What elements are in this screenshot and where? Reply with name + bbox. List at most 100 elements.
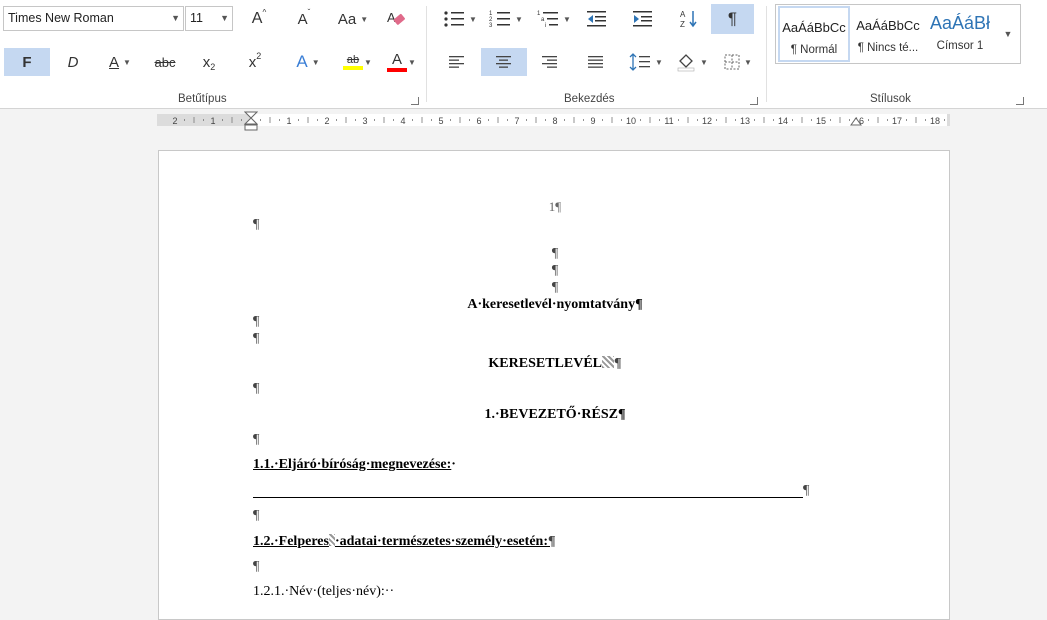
paragraph-mark: ¶ (253, 559, 260, 574)
decrease-indent-button[interactable] (584, 5, 610, 33)
paragraph-dialog-launcher[interactable] (750, 97, 758, 105)
ruler-tick-label: 1 (210, 116, 215, 126)
document-heading: KERESETLEVÉL ¶ (159, 356, 951, 372)
grow-font-button[interactable]: A ^ (245, 5, 273, 33)
line-spacing-button[interactable]: ▼ (628, 48, 664, 76)
borders-button[interactable]: ▼ (720, 48, 756, 76)
ruler-tick-label: 14 (778, 116, 788, 126)
increase-indent-button[interactable] (630, 5, 656, 33)
right-indent-marker-icon[interactable] (850, 117, 862, 127)
subscript-label: x (202, 53, 211, 71)
ruler-scale: 2 1 1 2 3 4 5 6 7 8 9 10 11 12 13 14 15 16 17 18 (172, 116, 945, 126)
change-case-button[interactable]: Aa ▼ (336, 5, 370, 33)
chevron-down-icon: ▼ (364, 57, 372, 67)
style-name: ¶ Nincs té... (857, 42, 919, 54)
subsection-1-2-label: 1.2.·Felperes (253, 534, 329, 549)
multilevel-list-button[interactable]: 1ai ▼ (536, 5, 572, 33)
paragraph-mark: ¶ (253, 314, 260, 329)
paint-bucket-icon (677, 54, 695, 72)
text-effects-label: A (296, 52, 308, 71)
chevron-down-icon: ▼ (171, 13, 180, 23)
document-page[interactable]: 1¶ ¶ ¶ ¶ ¶ A·keresetlevél·nyomtatvány¶ ¶… (158, 150, 950, 620)
paragraph-mark: ¶ (551, 246, 559, 261)
increase-indent-icon (633, 11, 652, 27)
font-size-value: 11 (190, 11, 203, 25)
page-number: 1¶ (548, 199, 562, 214)
highlight-label: ab (346, 54, 360, 66)
justify-icon (588, 56, 603, 68)
ruler-tick-label: 12 (702, 116, 712, 126)
justify-button[interactable] (582, 48, 610, 76)
chevron-down-icon: ▼ (408, 57, 416, 67)
text-effects-button[interactable]: A ▼ (290, 48, 326, 76)
style-preview: AaÁáBbCc (782, 20, 846, 35)
item-1-2-1: 1.2.1.·Név·(teljes·név):·· (253, 584, 395, 599)
bold-label: F (22, 53, 32, 71)
bold-button[interactable]: F (4, 48, 50, 76)
paragraph-mark: ¶ (803, 483, 810, 498)
superscript-button[interactable]: x2 (242, 48, 268, 76)
highlight-dropdown[interactable]: ▼ (360, 48, 372, 76)
fill-in-line[interactable] (253, 497, 803, 498)
paragraph-mark: ¶ (253, 508, 260, 523)
paragraph-mark: ¶ (551, 280, 559, 295)
horizontal-ruler[interactable]: 2 1 1 2 3 4 5 6 7 8 9 10 11 12 13 14 15 16 17 18 (157, 111, 950, 131)
ruler-tick-label: 5 (438, 116, 443, 126)
align-right-button[interactable] (536, 48, 564, 76)
ruler-tick-label: 17 (892, 116, 902, 126)
ruler-tick-label: 13 (740, 116, 750, 126)
italic-button[interactable]: D (60, 48, 86, 76)
group-separator (766, 6, 767, 102)
svg-text:3: 3 (489, 23, 493, 28)
underline-label: A (109, 53, 120, 71)
ruler-tick-label: 18 (930, 116, 940, 126)
style-normal[interactable]: AaÁáBbCc ¶ Normál (778, 6, 850, 62)
strikethrough-button[interactable]: abc (150, 48, 180, 76)
anchor-icon (602, 356, 615, 368)
shading-button[interactable]: ▼ (674, 48, 710, 76)
paragraph-group-label: Bekezdés (564, 93, 615, 105)
change-case-label: Aa (337, 10, 357, 28)
styles-more-button[interactable]: ▼ (996, 4, 1021, 64)
paragraph-mark: ¶ (253, 331, 260, 346)
ruler-tick-label: 2 (172, 116, 177, 126)
font-size-combo[interactable]: 11 ▼ (185, 6, 233, 31)
clear-formatting-button[interactable]: A (383, 5, 409, 33)
line-spacing-icon (629, 53, 651, 71)
align-left-button[interactable] (443, 48, 471, 76)
caret-up-icon: ^ (262, 7, 267, 17)
style-name: ¶ Normál (790, 44, 838, 56)
subscript-button[interactable]: x2 (196, 48, 222, 76)
bullets-button[interactable]: ▼ (442, 5, 478, 33)
bullet-list-icon (444, 11, 465, 27)
style-heading-1[interactable]: AaÁáBł Címsor 1 (924, 6, 996, 62)
align-center-icon (496, 56, 511, 68)
chevron-down-icon: ▼ (469, 14, 477, 24)
italic-label: D (67, 53, 79, 71)
style-no-spacing[interactable]: AaÁáBbCc ¶ Nincs té... (852, 6, 924, 62)
underline-button[interactable]: A ▼ (102, 48, 138, 76)
subsection-1-2-rest: ·adatai·természetes·személy·esetén: (334, 534, 548, 549)
ruler-tick-label: 1 (286, 116, 291, 126)
indent-marker-icon[interactable] (244, 111, 258, 131)
show-formatting-marks-button[interactable]: ¶ (711, 4, 754, 34)
align-center-button[interactable] (481, 48, 527, 76)
sort-button[interactable]: AZ (676, 5, 702, 33)
style-name: Címsor 1 (936, 40, 984, 52)
decrease-indent-icon (587, 11, 606, 27)
chevron-down-icon: ▼ (220, 13, 229, 23)
font-dialog-launcher[interactable] (411, 97, 419, 105)
styles-group-label: Stílusok (870, 93, 911, 105)
ruler-tick-label: 11 (664, 116, 673, 126)
font-color-dropdown[interactable]: ▼ (404, 48, 416, 76)
chevron-down-icon: ▼ (1003, 29, 1013, 39)
caret-down-icon: ˇ (307, 7, 311, 17)
shrink-font-button[interactable]: Aˇ (290, 5, 318, 33)
font-name-combo[interactable]: Times New Roman ▼ (3, 6, 184, 31)
chevron-down-icon: ▼ (700, 57, 708, 67)
paragraph-mark: ¶ (253, 432, 260, 447)
styles-dialog-launcher[interactable] (1016, 97, 1024, 105)
group-separator (426, 6, 427, 102)
chevron-down-icon: ▼ (515, 14, 523, 24)
numbering-button[interactable]: 123 ▼ (488, 5, 524, 33)
